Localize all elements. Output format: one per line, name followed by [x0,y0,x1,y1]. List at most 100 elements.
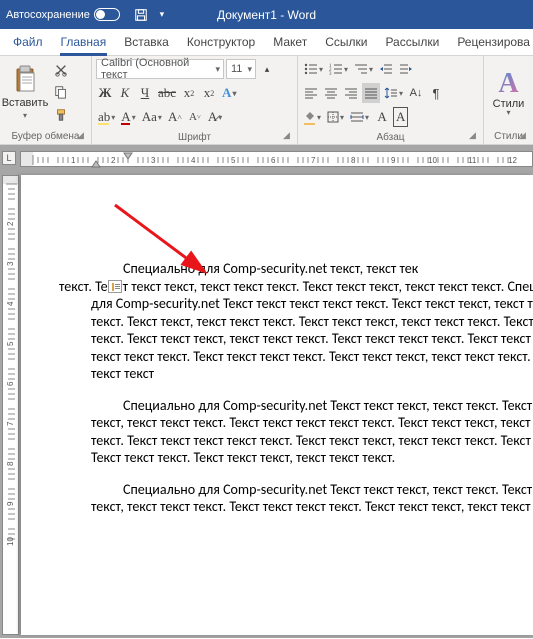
body-text[interactable]: Специально для Comp-security.net текст, … [91,260,533,516]
tab-stop-selector[interactable]: L [2,151,16,165]
highlight-color-button[interactable]: ab [96,107,117,127]
group-paragraph-label: Абзац [298,130,483,145]
svg-text:12: 12 [508,156,517,165]
styles-button[interactable]: A Стили ▾ [484,56,533,129]
align-right-button[interactable] [342,83,360,103]
svg-text:8: 8 [6,461,15,466]
vertical-ruler[interactable]: 2 3 4 5 6 [2,175,19,635]
qat-customize-button[interactable]: ▾ [156,4,168,26]
svg-text:2: 2 [6,221,15,226]
p1-pre: текст. Те [59,278,108,295]
svg-text:2: 2 [111,156,116,165]
tab-home[interactable]: Главная [52,29,116,55]
tab-layout[interactable]: Макет [264,29,316,55]
paragraph-dialog-launcher[interactable]: ◢ [469,130,481,142]
title-bar: Автосохранение ▾ Документ1 - Word [0,0,533,29]
svg-text:10: 10 [6,537,15,546]
autosave-label: Автосохранение [6,9,90,21]
svg-text:4: 4 [191,156,196,165]
svg-text:3: 3 [329,72,332,75]
borders-button[interactable] [325,107,346,127]
font-color-button[interactable]: A [119,107,137,127]
tab-mailings[interactable]: Рассылки [376,29,448,55]
align-left-button[interactable] [302,83,320,103]
paragraph-3: Специально для Comp-security.net Текст т… [91,481,533,516]
sort-button[interactable]: A↓ [407,83,425,103]
align-center-button[interactable] [322,83,340,103]
autosave-control[interactable]: Автосохранение [6,8,120,21]
show-marks-button[interactable]: ¶ [427,83,445,103]
font-name-select[interactable]: Calibri (Основной текст [96,59,224,79]
tab-design[interactable]: Конструктор [178,29,264,55]
ribbon: Вставить ▾ Буфер обмена ◢ Calibri (Основ… [0,56,533,145]
numbering-button[interactable]: 123 [327,59,350,79]
styles-dialog-launcher[interactable]: ◢ [519,130,531,142]
group-styles: A Стили ▾ Стили ◢ [484,56,533,144]
shrink-font-button[interactable]: A˅ [186,107,204,127]
first-line-indent-marker [124,153,132,159]
tab-review[interactable]: Рецензирова [448,29,533,55]
cut-button[interactable] [50,59,72,81]
svg-text:6: 6 [271,156,276,165]
shading-button[interactable] [302,107,323,127]
char-shading-button[interactable]: A [373,107,391,127]
tab-file[interactable]: Файл [4,29,52,55]
justify-button[interactable] [362,83,380,103]
document-title: Документ1 - Word [217,8,316,22]
format-painter-button[interactable] [50,104,72,126]
svg-text:5: 5 [231,156,236,165]
bold-button[interactable]: Ж [96,83,114,103]
styles-icon: A [498,68,518,100]
copy-button[interactable] [50,81,72,103]
group-clipboard: Вставить ▾ Буфер обмена ◢ [0,56,92,144]
document-page[interactable]: Специально для Comp-security.net текст, … [21,175,533,635]
group-font-label: Шрифт [92,130,297,145]
svg-text:8: 8 [351,156,356,165]
p1-rest: т текст текст, текст текст текст. Текст … [91,278,533,383]
svg-text:6: 6 [6,381,15,386]
ribbon-tabs: Файл Главная Вставка Конструктор Макет С… [0,29,533,56]
svg-text:7: 7 [6,421,15,426]
paste-options-icon[interactable] [108,280,122,293]
document-area: 2 3 4 5 6 [0,172,533,638]
font-dialog-launcher[interactable]: ◢ [283,130,295,142]
strike-button[interactable]: abc [156,83,178,103]
save-button[interactable] [130,4,152,26]
grow-font-button[interactable]: A˄ [166,107,184,127]
svg-text:10: 10 [428,156,437,165]
svg-text:11: 11 [468,156,477,165]
group-font: Calibri (Основной текст 11 ▴ Ж К Ч abc x… [92,56,298,144]
line-spacing-button[interactable] [382,83,405,103]
superscript-button[interactable]: x2 [200,83,218,103]
italic-button[interactable]: К [116,83,134,103]
paste-button[interactable]: Вставить ▾ [3,59,47,126]
multilevel-list-button[interactable] [352,59,375,79]
svg-text:1: 1 [71,156,76,165]
horizontal-ruler[interactable]: 1 2 3 4 [20,151,533,167]
change-case-button[interactable]: Aa [140,107,164,127]
char-border-button[interactable]: A [393,107,408,127]
svg-text:9: 9 [6,501,15,506]
text-effects-button[interactable]: A [220,83,238,103]
decrease-indent-button[interactable] [377,59,395,79]
increase-indent-button[interactable] [397,59,415,79]
font-size-select[interactable]: 11 [226,59,256,79]
svg-text:5: 5 [6,341,15,346]
distributed-button[interactable] [348,107,371,127]
font-size-larger[interactable]: ▴ [258,59,276,79]
paste-label: Вставить [2,97,49,109]
tab-insert[interactable]: Вставка [115,29,178,55]
svg-text:7: 7 [311,156,316,165]
svg-text:3: 3 [6,261,15,266]
autosave-toggle[interactable] [94,8,120,21]
underline-button[interactable]: Ч [136,83,154,103]
tab-references[interactable]: Ссылки [316,29,376,55]
clear-format-button[interactable]: A̷ [206,107,224,127]
bullets-button[interactable] [302,59,325,79]
svg-text:9: 9 [391,156,396,165]
subscript-button[interactable]: x2 [180,83,198,103]
group-paragraph: 123 A↓ ¶ A A Абзац ◢ [298,56,484,144]
svg-text:3: 3 [151,156,156,165]
clipboard-dialog-launcher[interactable]: ◢ [77,130,89,142]
p1-line1: Специально для Comp-security.net текст, … [123,260,418,277]
